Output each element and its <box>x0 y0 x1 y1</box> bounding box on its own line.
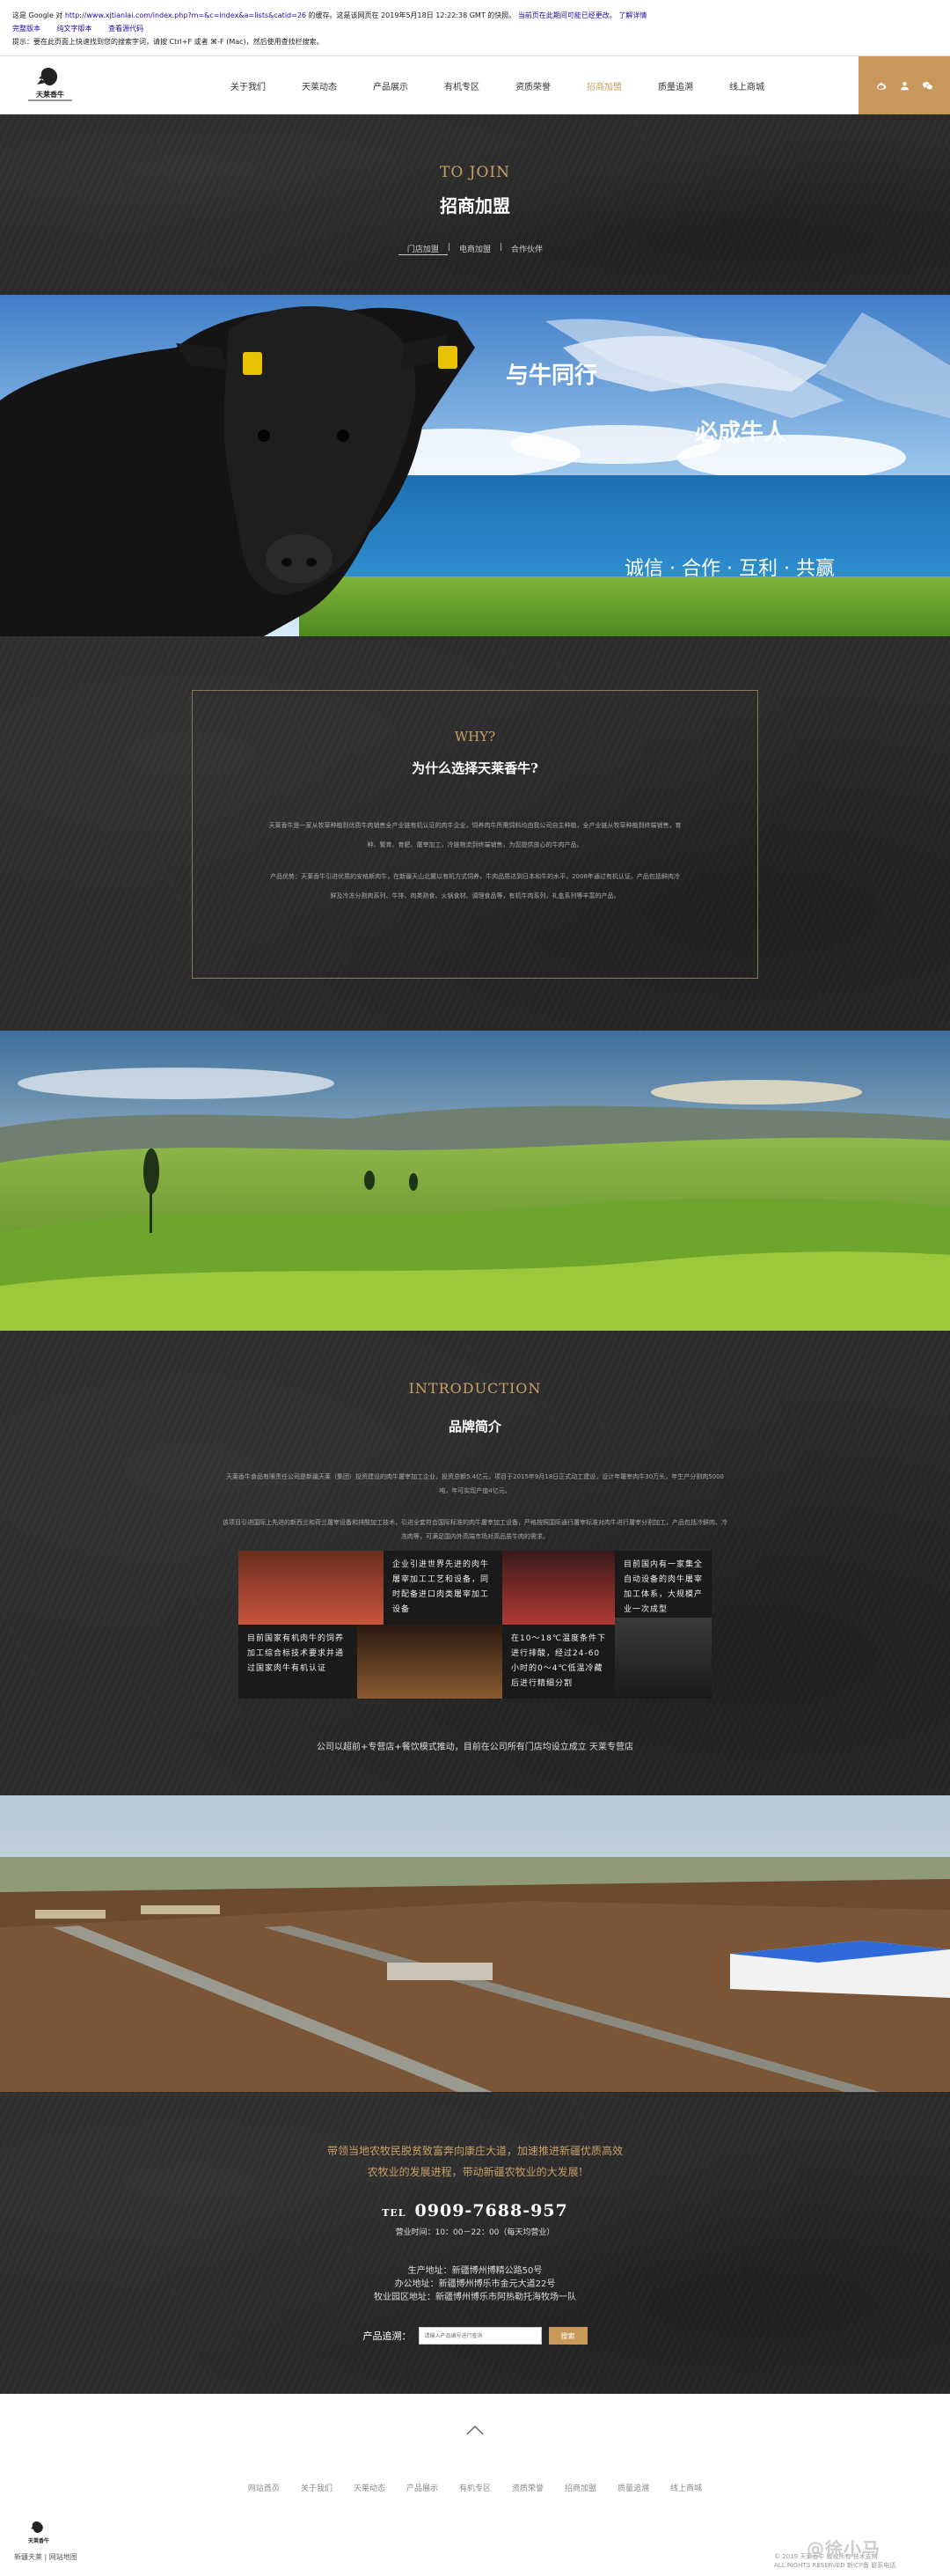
intro-footer-text: 公司以超前+专营店+餐饮模式推动，目前在公司所有门店均设立成立 天莱专营店 <box>317 1743 633 1752</box>
trace-label: 产品追溯： <box>362 2330 412 2342</box>
nav-menu: 关于我们 天莱动态 产品展示 有机专区 资质荣誉 招商加盟 质量追溯 线上商城 <box>230 56 800 114</box>
why-section: WHY? 为什么选择天莱香牛? 天莱香牛是一家从牧草种植到优质牛肉销售全产业链有… <box>0 636 950 1031</box>
address-office: 办公地址：新疆博州博乐市金元大道22号 <box>394 2279 556 2289</box>
nav-item-5[interactable]: 招商加盟 <box>587 79 622 92</box>
introduction-section: INTRODUCTION 品牌简介 天莱香牛食品有限责任公司是新疆天莱（集团）投… <box>0 1331 950 1795</box>
contact-slogan-line-1: 带领当地农牧民脱贫致富奔向康庄大道，加速推进新疆优质高效 <box>326 2145 623 2157</box>
trace-search: 产品追溯： 搜索 <box>0 2327 950 2345</box>
intro-title-cn: 品牌简介 <box>448 1419 501 1435</box>
view-source-link[interactable]: 查看源代码 <box>108 25 143 33</box>
why-box: WHY? 为什么选择天莱香牛? 天莱香牛是一家从牧草种植到优质牛肉销售全产业链有… <box>192 690 758 979</box>
tel-number: 0909-7688-957 <box>414 2201 568 2220</box>
cache-suffix: 的缓存。这是该网页在 2019年5月18日 12:22:38 GMT 的快照。 <box>308 11 516 19</box>
join-title-cn: 招商加盟 <box>440 195 510 217</box>
join-title-en: TO JOIN <box>439 164 511 181</box>
banner-image: 与牛同行 必成牛人 诚信 · 合作 · 互利 · 共赢 <box>0 295 950 636</box>
footer-link-0[interactable]: 网站首页 <box>248 2482 280 2493</box>
wechat-icon[interactable] <box>922 80 933 92</box>
footer-link-8[interactable]: 线上商城 <box>670 2482 702 2493</box>
nav-social-box <box>859 56 950 114</box>
why-title-cn: 为什么选择天莱香牛? <box>412 760 538 776</box>
footer: 网站首页 关于我们 天莱动态 产品展示 有机专区 资质荣誉 招商加盟 质量追溯 线上商城 天莱香… <box>0 2394 950 2576</box>
photo-storefront <box>615 1618 712 1699</box>
text-only-link[interactable]: 纯文字版本 <box>57 25 92 33</box>
contact-section: 带领当地农牧民脱贫致富奔向康庄大道，加速推进新疆优质高效 农牧业的发展进程，带动… <box>0 2092 950 2394</box>
tab-ecommerce-join[interactable]: 电商加盟 <box>450 243 500 255</box>
nav-item-2[interactable]: 产品展示 <box>373 79 408 92</box>
cache-note-link[interactable]: 当前页在此期间可能已经更改。 <box>518 11 617 19</box>
why-paragraph-2: 产品优势：天莱香牛引进优质的安格斯肉牛，在新疆天山北麓以有机方式饲养，牛肉品质达… <box>270 873 680 899</box>
footer-link-5[interactable]: 资质荣誉 <box>512 2482 544 2493</box>
grassland-image <box>0 1031 950 1331</box>
farm-image <box>0 1795 950 2092</box>
business-hours: 营业时间：10：00－22：00（每天均营业） <box>395 2228 555 2237</box>
join-header-section: TO JOIN 招商加盟 门店加盟 | 电商加盟 | 合作伙伴 <box>0 114 950 295</box>
footer-copy: 新疆天莱 | 网站地图 <box>14 2553 77 2561</box>
nav-item-6[interactable]: 质量追溯 <box>658 79 693 92</box>
footer-link-2[interactable]: 天莱动态 <box>354 2482 385 2493</box>
collage-text-1: 企业引进世界先进的肉牛屠宰加工工艺和设备，同时配备进口肉类屠宰加工设备 <box>384 1551 502 1625</box>
nav-item-3[interactable]: 有机专区 <box>444 79 479 92</box>
footer-link-7[interactable]: 质量追溯 <box>618 2482 649 2493</box>
site-logo[interactable]: 天莱香牛 <box>19 65 81 106</box>
footer-menu: 网站首页 关于我们 天莱动态 产品展示 有机专区 资质荣誉 招商加盟 质量追溯 线上商城 <box>0 2482 950 2493</box>
learn-more-link[interactable]: 了解详情 <box>618 11 647 19</box>
intro-paragraph-2: 该项目引进国际上先进的新西兰和荷兰屠宰设备和排酸加工技术，引进全套符合国际标准的… <box>223 1519 727 1540</box>
footer-logo[interactable]: 天莱香牛 <box>18 2520 60 2546</box>
banner-slogan-1: 与牛同行 <box>506 362 597 389</box>
intro-collage: 企业引进世界先进的肉牛屠宰加工工艺和设备，同时配备进口肉类屠宰加工设备 目前国内… <box>238 1551 712 1699</box>
why-paragraph-1: 天莱香牛是一家从牧草种植到优质牛肉销售全产业链有机认证的肉牛企业，饲养肉牛所需饲… <box>268 822 682 848</box>
full-version-link[interactable]: 完整版本 <box>12 25 40 33</box>
photo-meat-counter <box>238 1551 384 1625</box>
cache-url-link[interactable]: http://www.xjtianlai.com/index.php?m=&c=… <box>65 11 306 19</box>
contact-slogan: 带领当地农牧民脱贫致富奔向康庄大道，加速推进新疆优质高效 农牧业的发展进程，带动… <box>0 2140 950 2183</box>
address-production: 生产地址：新疆博州博精公路50号 <box>407 2266 543 2276</box>
watermark: @徐小马 <box>807 2538 881 2559</box>
photo-restaurant <box>357 1625 502 1699</box>
join-subnav: 门店加盟 | 电商加盟 | 合作伙伴 <box>0 243 950 255</box>
footer-link-3[interactable]: 产品展示 <box>406 2482 438 2493</box>
photo-meat-display <box>502 1551 615 1625</box>
tab-store-join[interactable]: 门店加盟 <box>398 243 448 255</box>
nav-item-4[interactable]: 资质荣誉 <box>515 79 551 92</box>
copyright-line-2: ALL RIGHTS RESERVED 新ICP备 联系电话 <box>774 2562 896 2569</box>
addresses: 生产地址：新疆博州博精公路50号 办公地址：新疆博州博乐市金元大道22号 牧业园… <box>0 2264 950 2304</box>
nav-item-7[interactable]: 线上商城 <box>729 79 764 92</box>
trace-input[interactable] <box>418 2327 542 2345</box>
back-to-top-icon[interactable] <box>465 2421 485 2440</box>
cache-tip: 提示：要在此页面上快速找到您的搜索字词，请按 Ctrl+F 或者 ⌘-F (Ma… <box>12 38 324 46</box>
user-icon[interactable] <box>899 80 910 92</box>
nav-item-1[interactable]: 天莱动态 <box>302 79 337 92</box>
tel-label: TEL <box>382 2207 406 2219</box>
nav-item-0[interactable]: 关于我们 <box>230 79 266 92</box>
footer-link-4[interactable]: 有机专区 <box>459 2482 491 2493</box>
banner-slogan-2: 必成牛人 <box>695 420 786 446</box>
main-nav: 天莱香牛 关于我们 天莱动态 产品展示 有机专区 资质荣誉 招商加盟 质量追溯 线上商城 <box>0 56 950 114</box>
logo-text: 天莱香牛 <box>36 90 64 99</box>
hero-banner: 与牛同行 必成牛人 诚信 · 合作 · 互利 · 共赢 <box>0 295 950 636</box>
footer-link-1[interactable]: 关于我们 <box>301 2482 332 2493</box>
collage-text-2: 目前国内有一家集全自动设备的肉牛屠宰加工体系，大规模产业一次成型 <box>615 1551 712 1618</box>
collage-text-3: 目前国家有机肉牛的饲养加工综合标技术要求并通过国家肉牛有机认证 <box>238 1625 357 1699</box>
tab-partners[interactable]: 合作伙伴 <box>502 243 552 255</box>
trace-search-button[interactable]: 搜索 <box>548 2327 588 2345</box>
weibo-icon[interactable] <box>876 80 888 92</box>
cache-bar: 这是 Google 对 http://www.xjtianlai.com/ind… <box>0 0 950 56</box>
contact-phone: TEL 0909-7688-957 <box>0 2201 950 2220</box>
footer-link-6[interactable]: 招商加盟 <box>565 2482 596 2493</box>
why-title-en: WHY? <box>454 729 496 745</box>
banner-values: 诚信 · 合作 · 互利 · 共赢 <box>625 558 835 580</box>
contact-slogan-line-2: 农牧业的发展进程，带动新疆农牧业的大发展! <box>367 2166 583 2178</box>
address-ranch: 牧业园区地址：新疆博州博乐市阿热勒托海牧场一队 <box>374 2293 576 2302</box>
intro-paragraph-1: 天莱香牛食品有限责任公司是新疆天莱（集团）投资建设的肉牛屠宰加工企业，投资总额5… <box>225 1473 725 1494</box>
cache-prefix: 这是 Google 对 <box>12 11 63 19</box>
footer-logo-text: 天莱香牛 <box>28 2537 49 2544</box>
intro-title-en: INTRODUCTION <box>408 1380 542 1397</box>
collage-text-4: 在10～18℃温度条件下进行排酸，经过24-60小时的0～4℃低温冷藏后进行精细… <box>502 1625 615 1699</box>
